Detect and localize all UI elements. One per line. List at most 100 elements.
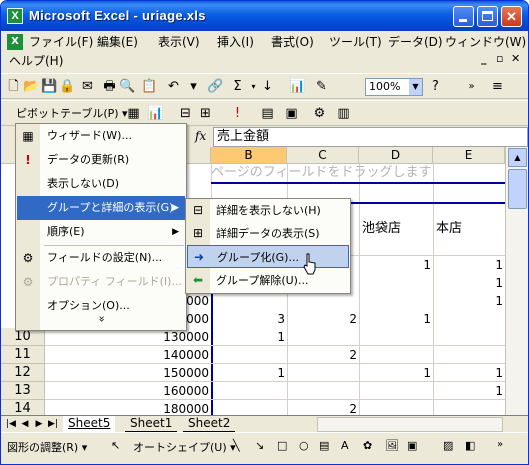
include-hidden-icon[interactable]: ▤ (259, 105, 276, 122)
help-icon[interactable]: ? (427, 78, 444, 95)
row-header-12[interactable]: 12 (1, 364, 45, 382)
table-cell[interactable]: 1 (433, 256, 505, 274)
hyperlink-icon[interactable]: 🔗 (207, 78, 224, 95)
menu-data[interactable]: データ(D) (386, 32, 445, 52)
menu-expand-chevron-icon[interactable]: » (17, 310, 185, 328)
refresh-data-icon[interactable]: ! (229, 105, 246, 122)
table-cell[interactable]: 1 (359, 310, 433, 328)
diagram-icon[interactable]: ✿ (363, 439, 372, 452)
chart-wizard-icon[interactable]: 📊 (289, 78, 306, 95)
undo-icon[interactable]: ↶ (165, 78, 182, 95)
clipart-icon[interactable]: 🖼 (385, 439, 399, 452)
table-cell[interactable]: 180000 (45, 400, 211, 415)
draw-adjust-dropdown[interactable]: 図形の調整(R) ▾ (7, 439, 87, 455)
field-list-icon[interactable]: ▥ (335, 105, 352, 122)
menu-window[interactable]: ウィンドウ(W) (443, 32, 528, 52)
arrow-icon[interactable]: ↘ (255, 439, 264, 452)
undo-dropdown-icon[interactable]: ▾ (185, 78, 202, 95)
menu-insert[interactable]: 挿入(I) (215, 32, 256, 52)
doc-close-icon[interactable]: ✕ (511, 52, 520, 65)
table-cell[interactable]: 160000 (45, 382, 211, 400)
3d-icon[interactable]: ◧ (465, 439, 475, 452)
page-field-drop-hint[interactable]: ページのフィールドをドラッグします (211, 163, 505, 182)
scroll-thumb[interactable] (508, 169, 527, 209)
draw-options-icon[interactable]: » (497, 439, 503, 450)
table-cell[interactable]: 1 (433, 274, 505, 292)
tab-sheet5[interactable]: Sheet5 (63, 416, 116, 432)
maximize-button[interactable] (477, 6, 498, 27)
print-icon[interactable]: 🖶 (101, 78, 118, 95)
horizontal-scrollbar[interactable] (317, 417, 503, 432)
fx-icon[interactable]: fx (195, 129, 206, 143)
table-cell[interactable]: 2 (287, 400, 359, 415)
preview-icon[interactable]: 🔍 (119, 78, 136, 95)
prev-sheet-icon[interactable]: ◀ (19, 418, 31, 431)
table-cell[interactable]: 1 (359, 256, 433, 274)
menu-help[interactable]: ヘルプ(H) (7, 51, 65, 71)
column-header-d[interactable]: D (359, 147, 433, 164)
line-icon[interactable]: ╲ (233, 439, 240, 452)
row-header-11[interactable]: 11 (1, 346, 45, 364)
table-cell[interactable]: 150000 (45, 364, 211, 382)
first-sheet-icon[interactable]: |◀ (5, 418, 17, 431)
save-icon[interactable]: 💾 (41, 78, 58, 95)
header-cell-ikebukuro[interactable]: 池袋店 (359, 220, 433, 238)
menu-item-wizard[interactable]: ▦ ウィザード(W)... (17, 124, 185, 148)
tab-sheet1[interactable]: Sheet1 (125, 416, 178, 432)
workbook-icon[interactable]: X (7, 34, 23, 50)
column-header-b[interactable]: B (211, 147, 287, 164)
pivot-chart-icon[interactable]: 📊 (147, 105, 164, 122)
menu-format[interactable]: 書式(O) (269, 32, 316, 52)
menu-view[interactable]: 表示(V) (156, 32, 202, 52)
select-objects-icon[interactable]: ↖ (111, 439, 120, 452)
vertical-scrollbar[interactable]: ▲ (505, 147, 528, 415)
doc-minimize-icon[interactable]: _ (481, 52, 487, 65)
rectangle-icon[interactable]: □ (277, 439, 287, 452)
toolbar-options-icon[interactable]: » (463, 78, 480, 95)
column-header-e[interactable]: E (433, 147, 505, 164)
picture-icon[interactable]: ▣ (407, 439, 417, 452)
autosum-icon[interactable]: Σ (229, 78, 246, 95)
textbox-icon[interactable]: ▤ (319, 439, 329, 452)
open-icon[interactable]: 📂 (23, 78, 40, 95)
row-header-13[interactable]: 13 (1, 382, 45, 400)
permission-icon[interactable]: 🔒 (59, 78, 76, 95)
tab-sheet2[interactable]: Sheet2 (183, 416, 236, 432)
menu-item-group-and-detail[interactable]: グループと詳細の表示(G) ▶ (17, 196, 185, 220)
hide-detail-toolbar-icon[interactable]: ⊟ (177, 105, 194, 122)
table-cell[interactable]: 1 (211, 328, 287, 346)
shadow-icon[interactable]: ▨ (443, 439, 453, 452)
oval-icon[interactable]: ○ (299, 439, 309, 452)
scroll-up-icon[interactable]: ▲ (508, 148, 527, 167)
menu-file[interactable]: ファイル(F) (27, 32, 95, 52)
menu-item-field-settings[interactable]: ⚙ フィールドの設定(N)... (17, 246, 185, 270)
formula-input[interactable]: 売上金額 (213, 127, 528, 147)
next-sheet-icon[interactable]: ▶ (33, 418, 45, 431)
sort-ascending-icon[interactable]: ↓ (259, 78, 276, 95)
table-cell[interactable]: 3 (211, 310, 287, 328)
menu-edit[interactable]: 編集(E) (95, 32, 140, 52)
paste-icon[interactable]: 📋 (141, 78, 158, 95)
new-icon[interactable]: 🗋 (5, 78, 22, 95)
row-header-14[interactable]: 14 (1, 400, 45, 415)
always-display-icon[interactable]: ▣ (283, 105, 300, 122)
align-icon[interactable]: ≡ (489, 78, 506, 95)
header-cell-honten[interactable]: 本店 (433, 220, 505, 238)
column-header-c[interactable]: C (287, 147, 359, 164)
zoom-box[interactable]: 100% ▼ (365, 78, 423, 96)
autoshape-dropdown[interactable]: オートシェイプ(U) ▾ (133, 439, 236, 455)
wordart-icon[interactable]: A (341, 439, 349, 452)
menu-item-order[interactable]: 順序(E) ▶ (17, 220, 185, 244)
minimize-button[interactable] (453, 6, 474, 27)
menu-item-hide[interactable]: 表示しない(D) (17, 172, 185, 196)
submenu-item-show-detail[interactable]: ⊞ 詳細データの表示(S) (187, 222, 349, 245)
pivot-table-dropdown[interactable]: ピボットテーブル(P) ▾ (13, 104, 131, 124)
submenu-item-group[interactable]: ➜ グループ化(G)... (187, 245, 349, 268)
menu-tools[interactable]: ツール(T) (327, 32, 384, 52)
excel-app-icon[interactable]: X (7, 8, 23, 24)
table-cell[interactable]: 1 (211, 364, 287, 382)
table-cell[interactable]: 1 (433, 382, 505, 400)
zoom-dropdown-icon[interactable]: ▼ (409, 79, 422, 95)
drawing-icon[interactable]: ✎ (313, 78, 330, 95)
table-cell[interactable]: 1 (359, 364, 433, 382)
